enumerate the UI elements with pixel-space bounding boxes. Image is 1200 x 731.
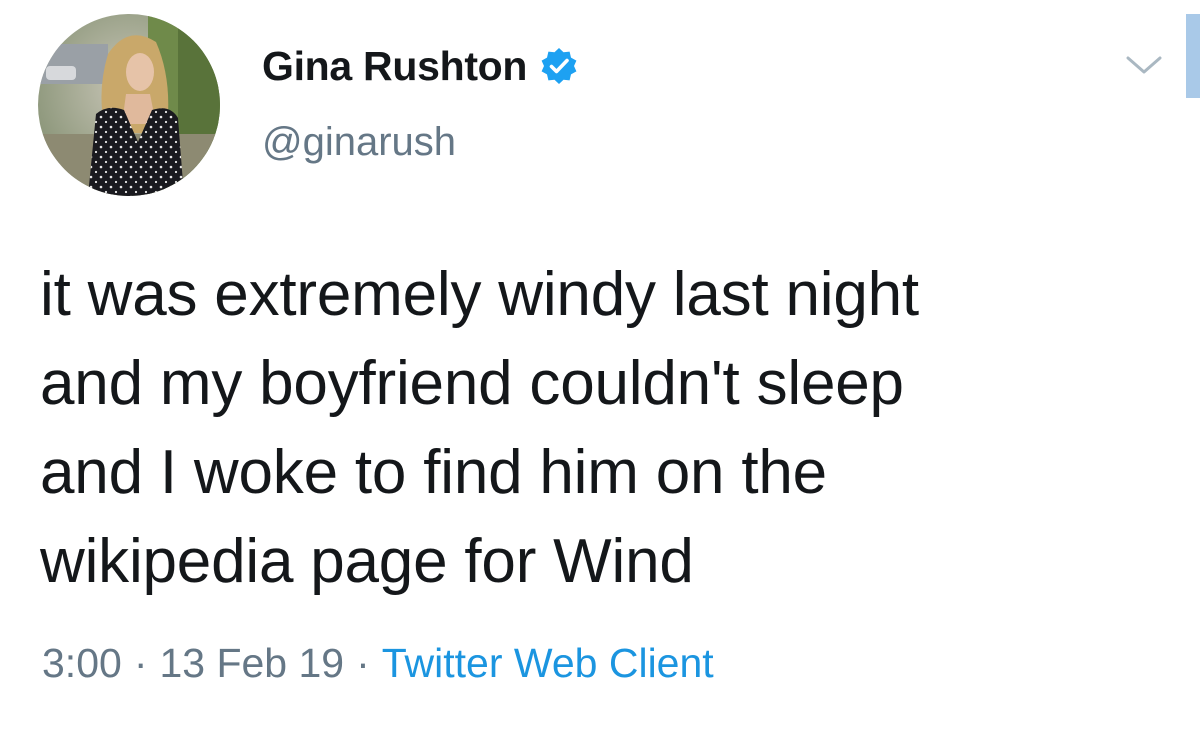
verified-badge-icon <box>539 46 579 86</box>
tweet-meta: 3:00 · 13 Feb 19 · Twitter Web Client <box>42 640 714 687</box>
profile-photo-icon <box>38 14 220 196</box>
tweet-text-line: wikipedia page for Wind <box>40 527 694 596</box>
separator: · <box>133 640 148 686</box>
scrollbar[interactable] <box>1186 14 1200 98</box>
separator: · <box>356 640 370 686</box>
author-name-row: Gina Rushton <box>262 40 579 92</box>
tweet-text-line: and my boyfriend couldn't sleep <box>40 349 904 418</box>
display-name[interactable]: Gina Rushton <box>262 43 527 90</box>
tweet-text-line: it was extremely windy last night <box>40 260 919 329</box>
tweet-card: Gina Rushton @ginarush it was extremely … <box>0 0 1200 731</box>
author-handle[interactable]: @ginarush <box>262 120 456 165</box>
chevron-down-icon[interactable] <box>1122 50 1166 80</box>
client-link[interactable]: Twitter Web Client <box>382 640 714 686</box>
avatar[interactable] <box>38 14 220 196</box>
tweet-time[interactable]: 3:00 <box>42 640 122 686</box>
tweet-text: it was extremely windy last night and my… <box>40 250 1160 606</box>
tweet-date[interactable]: 13 Feb 19 <box>159 640 344 686</box>
tweet-text-line: and I woke to find him on the <box>40 438 827 507</box>
